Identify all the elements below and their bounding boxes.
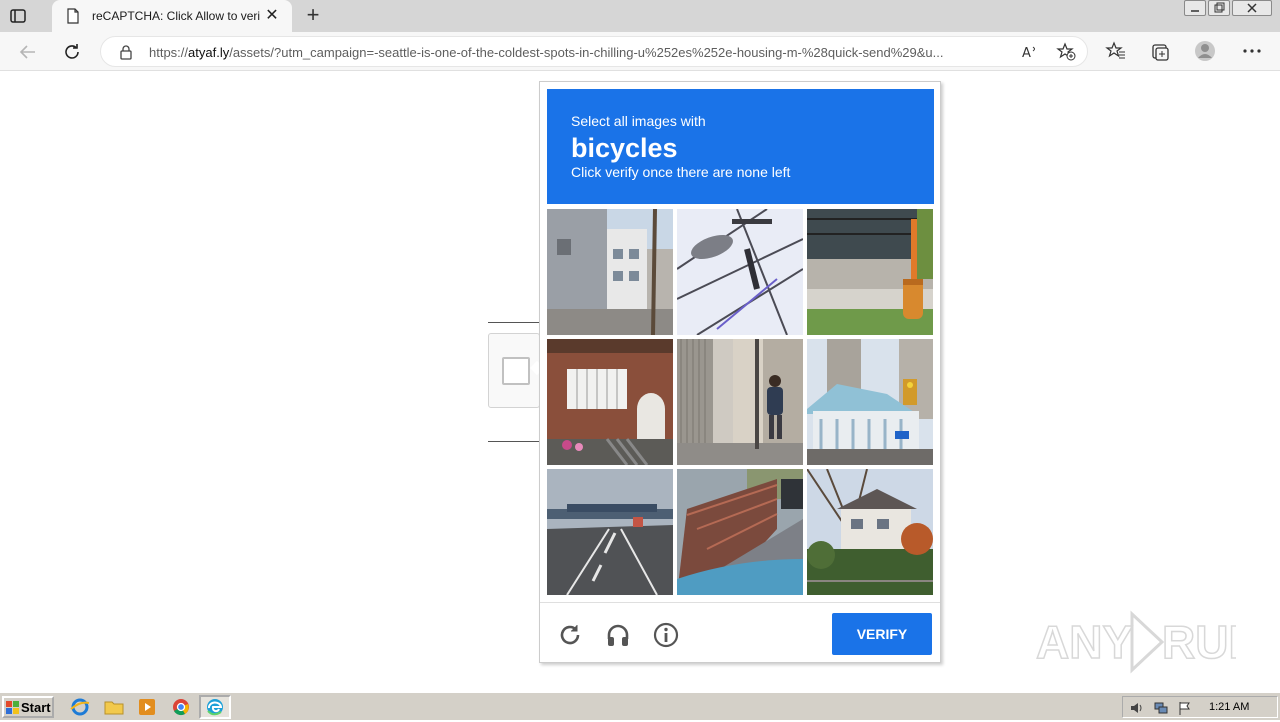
restore-button[interactable] (1208, 0, 1230, 16)
svg-text:ANY: ANY (1036, 616, 1133, 668)
new-tab-icon[interactable]: + (302, 4, 324, 27)
lock-icon[interactable] (119, 44, 133, 60)
image-tile[interactable] (677, 339, 803, 465)
url-domain: atyaf.ly (188, 45, 230, 60)
anyrun-watermark: ANY RUN (1035, 606, 1262, 676)
image-tile[interactable] (807, 209, 933, 335)
tab-title: reCAPTCHA: Click Allow to verify (92, 9, 260, 23)
recaptcha-checkbox[interactable] (502, 357, 530, 385)
url-prefix: https:// (149, 45, 189, 60)
reload-icon[interactable] (556, 621, 584, 649)
captcha-challenge: Select all images with bicycles Click ve… (539, 81, 941, 663)
url-text[interactable]: https://atyaf.ly/assets/?utm_campaign=-s… (149, 45, 1019, 60)
sub-instruction: Click verify once there are none left (571, 164, 791, 180)
close-tab-icon[interactable]: ✕ (264, 8, 280, 24)
page-icon (66, 8, 80, 24)
more-menu-icon[interactable] (1241, 40, 1263, 62)
browser-tab[interactable]: reCAPTCHA: Click Allow to verify ✕ (52, 0, 292, 32)
windows-logo-icon (6, 701, 20, 715)
read-aloud-icon[interactable]: A (1019, 41, 1041, 63)
action-center-flag-icon[interactable] (1177, 700, 1193, 716)
anchor-divider (488, 322, 540, 323)
tab-actions-icon[interactable] (8, 6, 28, 26)
headphones-icon[interactable] (604, 621, 632, 649)
info-icon[interactable] (652, 621, 680, 649)
system-tray: 1:21 AM (1122, 696, 1278, 718)
browser-toolbar: https://atyaf.ly/assets/?utm_campaign=-s… (0, 32, 1280, 71)
media-player-icon[interactable] (136, 697, 158, 717)
image-tile[interactable] (547, 469, 673, 595)
url-path: /assets/?utm_campaign=-seattle-is-one-of… (229, 45, 944, 60)
recaptcha-anchor (488, 322, 545, 442)
edge-taskbar-button[interactable] (199, 695, 231, 719)
image-tile[interactable] (807, 339, 933, 465)
network-icon[interactable] (1153, 700, 1169, 716)
add-favorite-icon[interactable] (1055, 41, 1077, 63)
collections-icon[interactable] (1149, 40, 1171, 62)
back-icon[interactable] (16, 40, 40, 64)
clock: 1:21 AM (1209, 701, 1250, 713)
svg-text:A: A (1022, 46, 1031, 61)
refresh-icon[interactable] (60, 40, 84, 64)
folder-icon[interactable] (103, 697, 125, 717)
start-label: Start (21, 700, 51, 715)
favorites-icon[interactable] (1105, 40, 1127, 62)
challenge-footer: VERIFY (540, 602, 940, 663)
target-object: bicycles (571, 133, 678, 163)
close-window-button[interactable] (1232, 0, 1272, 16)
minimize-button[interactable] (1184, 0, 1206, 16)
profile-avatar[interactable] (1194, 40, 1216, 62)
svg-text:RUN: RUN (1162, 616, 1236, 668)
image-tile[interactable] (677, 469, 803, 595)
image-tile[interactable] (807, 469, 933, 595)
start-button[interactable]: Start (2, 696, 54, 718)
anchor-divider (488, 441, 540, 442)
tab-bar: reCAPTCHA: Click Allow to verify ✕ + (0, 0, 1280, 32)
image-tile[interactable] (677, 209, 803, 335)
challenge-header: Select all images with bicycles Click ve… (547, 89, 934, 204)
volume-icon[interactable] (1129, 700, 1145, 716)
instruction-text: Select all images with (571, 113, 706, 129)
image-tile[interactable] (547, 209, 673, 335)
ie-icon[interactable] (69, 697, 91, 717)
taskbar: Start 1:21 AM (0, 692, 1280, 720)
verify-button[interactable]: VERIFY (832, 613, 932, 655)
image-grid (547, 209, 934, 596)
address-bar[interactable]: https://atyaf.ly/assets/?utm_campaign=-s… (100, 36, 1088, 67)
chrome-icon[interactable] (170, 697, 192, 717)
image-tile[interactable] (547, 339, 673, 465)
